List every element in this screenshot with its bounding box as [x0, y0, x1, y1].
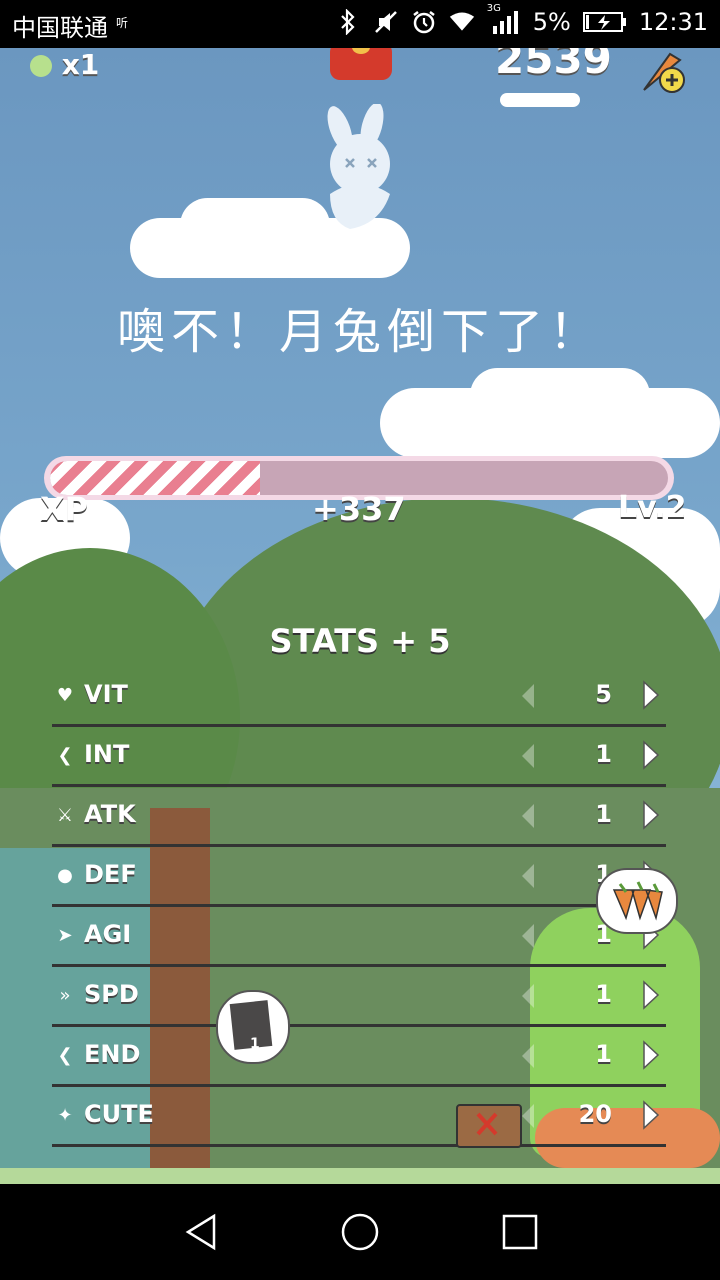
home-button[interactable] [340, 1212, 380, 1252]
status-bar: 中国联通 听 3G 5% 12:31 [0, 0, 720, 48]
mute-icon [373, 9, 399, 35]
network-type: 3G [486, 3, 501, 14]
shield-icon: ● [57, 864, 73, 886]
sword-icon: ⚔ [56, 804, 74, 826]
decrease-int-button[interactable] [518, 742, 538, 770]
lives-count: x1 [61, 48, 100, 81]
agility-icon: ➤ [57, 924, 73, 946]
monster-eye-icon [352, 48, 370, 54]
ghost-bunny [310, 102, 410, 234]
bluetooth-icon [335, 9, 361, 35]
stat-name: ATK [84, 800, 136, 828]
stat-value: 1 [595, 1040, 612, 1068]
stat-row-cute: ✦ CUTE 20 [52, 1088, 666, 1147]
increase-vit-button[interactable] [640, 680, 662, 710]
stat-row-vit: ♥ VIT 5 [52, 668, 666, 727]
speed-icon: » [59, 984, 71, 1006]
note-bubble[interactable]: 1 [216, 990, 290, 1064]
decrease-vit-button[interactable] [518, 682, 538, 710]
monster-icon[interactable] [330, 48, 392, 80]
decrease-end-button[interactable] [518, 1042, 538, 1070]
battery-percent: 5% [532, 8, 571, 36]
increase-end-button[interactable] [640, 1040, 662, 1070]
back-icon [185, 1213, 216, 1251]
carrier-name: 中国联通 [12, 14, 108, 42]
back-button[interactable] [182, 1212, 222, 1252]
stat-name: INT [84, 740, 130, 768]
navigation-bar [0, 1184, 720, 1280]
home-icon [341, 1213, 379, 1251]
grass-strip [0, 1168, 720, 1184]
sparkle-icon: ✦ [57, 1104, 73, 1126]
carrot-bubble[interactable] [596, 868, 678, 934]
alarm-icon [411, 9, 437, 35]
stat-name: DEF [84, 860, 137, 888]
stat-value: 1 [595, 800, 612, 828]
stat-name: AGI [84, 920, 132, 948]
add-carrots-button[interactable] [640, 50, 686, 94]
stat-name: CUTE [84, 1100, 154, 1128]
decrease-atk-button[interactable] [518, 802, 538, 830]
defeat-banner: 噢不！月兔倒下了！ [116, 304, 603, 360]
stat-row-agi: ➤ AGI 1 [52, 908, 666, 967]
brain-icon: ❮ [57, 744, 73, 766]
stat-name: SPD [84, 980, 139, 1008]
clock: 12:31 [638, 8, 708, 36]
cloud [500, 93, 580, 107]
signal-icon: 3G [487, 3, 521, 35]
game-scene: x1 2539 噢不！月兔倒下了！ XP +337 Lv.2 STATS + 5… [0, 48, 720, 1184]
recents-button[interactable] [500, 1212, 540, 1252]
stat-row-end: ❮ END 1 [52, 1028, 666, 1087]
stats-title: STATS + 5 [269, 622, 451, 660]
stat-row-atk: ⚔ ATK 1 [52, 788, 666, 847]
increase-cute-button[interactable] [640, 1100, 662, 1130]
level-label: Lv.2 [618, 490, 687, 525]
hd-indicator: 听 [116, 16, 129, 30]
heart-icon: ♥ [56, 684, 74, 706]
stat-row-def: ● DEF 1 [52, 848, 666, 907]
decrease-spd-button[interactable] [518, 982, 538, 1010]
xp-gain: +337 [312, 490, 406, 528]
note-count: 1 [250, 1036, 260, 1052]
lives-counter: x1 [30, 48, 99, 81]
decrease-agi-button[interactable] [518, 922, 538, 950]
battery-charging-icon [582, 9, 627, 35]
bunny-lives-icon [30, 55, 52, 77]
stat-value: 5 [595, 680, 612, 708]
increase-spd-button[interactable] [640, 980, 662, 1010]
stat-value: 1 [595, 980, 612, 1008]
cloud [470, 368, 650, 423]
increase-int-button[interactable] [640, 740, 662, 770]
increase-atk-button[interactable] [640, 800, 662, 830]
cloud [180, 198, 330, 253]
carrot-count: 2539 [495, 48, 612, 83]
stat-row-int: ❮ INT 1 [52, 728, 666, 787]
stat-name: END [84, 1040, 141, 1068]
sign-post [456, 1104, 522, 1148]
stat-value: 1 [595, 740, 612, 768]
endurance-icon: ❮ [57, 1044, 73, 1066]
stat-row-spd: » SPD 1 [52, 968, 666, 1027]
decrease-def-button[interactable] [518, 862, 538, 890]
wifi-icon [449, 9, 475, 35]
xp-label: XP [40, 490, 89, 528]
recents-icon [502, 1214, 538, 1250]
stat-name: VIT [84, 680, 128, 708]
stat-value: 20 [578, 1100, 612, 1128]
